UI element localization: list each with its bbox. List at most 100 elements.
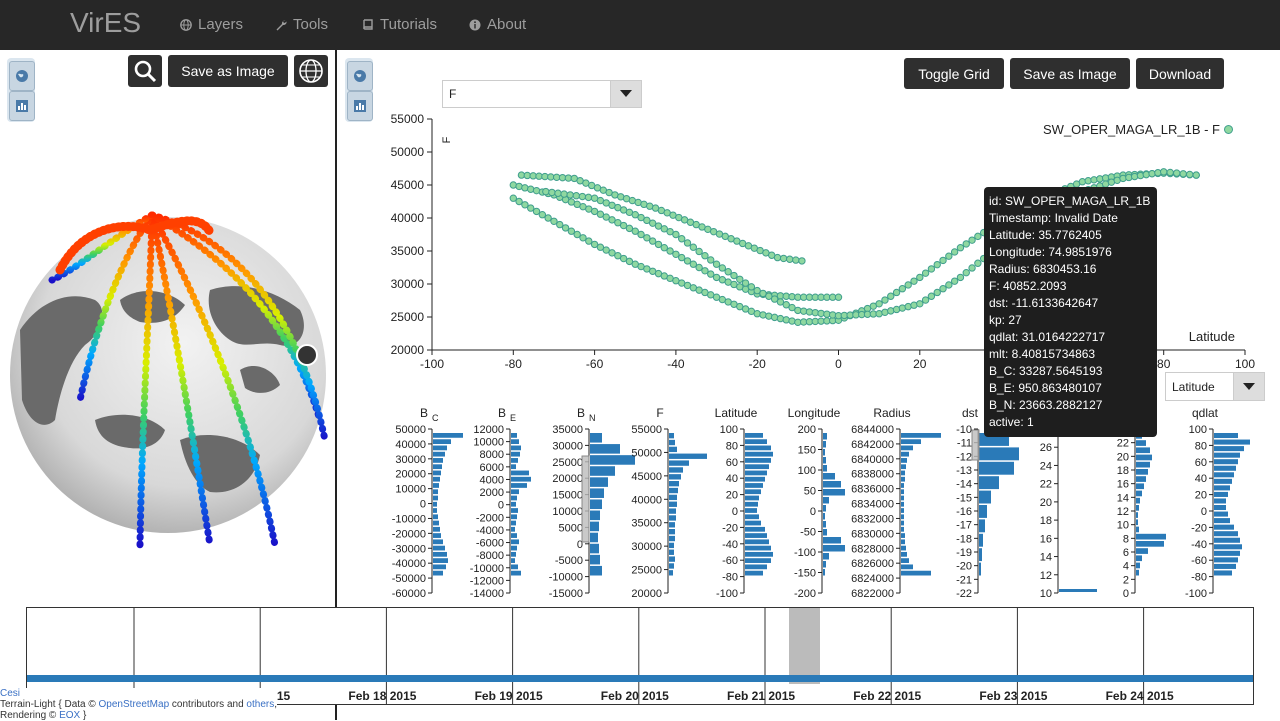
histogram-bar: [590, 455, 635, 465]
selected-point-marker[interactable]: [296, 344, 318, 366]
data-point: [730, 280, 738, 289]
data-point: [817, 317, 825, 325]
histogram-bar: [1136, 541, 1164, 547]
others-link[interactable]: others: [246, 699, 274, 710]
right-chart-view-button[interactable]: [347, 91, 373, 121]
histogram-tick-label: 20: [1040, 497, 1052, 509]
histogram-bar: [745, 495, 759, 501]
data-point: [1119, 174, 1127, 183]
nav-tutorials[interactable]: Tutorials: [362, 16, 437, 33]
histogram-bar: [901, 495, 904, 501]
data-point: [770, 291, 779, 300]
data-point: [730, 271, 738, 280]
histogram-bar: [511, 551, 516, 557]
data-point: [840, 311, 849, 320]
nav-about[interactable]: About: [469, 16, 526, 33]
histogram-bar: [590, 565, 602, 576]
histogram-tick-label: -11: [957, 438, 972, 450]
histogram-tick-label: 6838000: [851, 469, 894, 481]
histogram-tick-label: 0: [498, 500, 504, 512]
histogram-bar: [901, 445, 913, 451]
timeline-date-label: Feb 21 2015: [727, 689, 796, 703]
eox-link[interactable]: EOX: [59, 710, 80, 721]
histogram-bar: [511, 464, 516, 470]
download-button[interactable]: Download: [1136, 58, 1224, 89]
data-point: [576, 177, 584, 185]
histogram-bar: [745, 558, 771, 563]
histogram-bar: [745, 564, 767, 570]
histogram-bar: [433, 551, 447, 557]
data-point: [788, 303, 796, 312]
histogram-bar: [901, 551, 907, 557]
data-point: [869, 310, 878, 318]
histogram-bar: [511, 508, 518, 513]
x-parameter-select[interactable]: Latitude: [1165, 372, 1265, 401]
histogram-bar: [669, 522, 675, 528]
data-point: [759, 311, 767, 319]
histogram-bar: [590, 488, 604, 498]
left-save-image-button[interactable]: Save as Image: [168, 55, 288, 87]
left-search-button[interactable]: [128, 55, 162, 87]
data-point: [939, 285, 947, 293]
data-point: [596, 243, 605, 251]
book-icon: [363, 18, 373, 30]
data-point: [776, 314, 785, 323]
left-globe-view-button[interactable]: [9, 61, 35, 91]
x-tick-label: 100: [1235, 357, 1255, 371]
osm-link[interactable]: OpenStreetMap: [99, 699, 170, 710]
data-point: [1125, 171, 1133, 179]
histogram-title: qdlat: [1192, 406, 1219, 420]
data-point: [1173, 170, 1181, 178]
right-save-image-button[interactable]: Save as Image: [1010, 58, 1130, 89]
histogram-bar: [823, 473, 835, 480]
histogram-bar: [433, 470, 441, 476]
data-point: [765, 312, 773, 320]
histogram-title: B: [498, 406, 506, 420]
histogram-bar: [745, 570, 763, 576]
y-tick-label: 35000: [391, 244, 425, 258]
data-point: [669, 211, 677, 219]
data-point: [788, 317, 796, 325]
data-point: [741, 305, 750, 313]
histogram-tick-label: -19: [956, 547, 972, 559]
data-point: [614, 219, 622, 227]
histogram-bar: [1214, 537, 1240, 543]
histogram-bar: [745, 458, 771, 463]
data-point: [1154, 169, 1162, 178]
histogram-bar: [1136, 454, 1152, 461]
brand-logo[interactable]: VirES: [70, 7, 141, 39]
histogram-bar: [1059, 589, 1097, 592]
nav-tools[interactable]: Tools: [275, 16, 328, 33]
data-point: [527, 204, 535, 212]
data-point: [547, 173, 555, 181]
y-parameter-select[interactable]: F: [442, 80, 642, 108]
histogram-bar: [1214, 531, 1238, 537]
histogram-bar: [979, 548, 982, 562]
data-point: [585, 237, 593, 245]
left-chart-view-button[interactable]: [9, 91, 35, 121]
histogram-tick-label: 35000: [552, 424, 583, 436]
histogram-bar: [433, 558, 448, 563]
toggle-grid-button[interactable]: Toggle Grid: [904, 58, 1004, 89]
chart-icon: [354, 100, 366, 112]
data-point: [538, 188, 547, 196]
nav-layers[interactable]: Layers: [180, 16, 243, 33]
data-point: [556, 220, 564, 229]
left-globe-toggle-button[interactable]: [294, 55, 328, 87]
histogram-bar: [979, 562, 981, 576]
data-point: [1160, 168, 1168, 176]
histogram-subscript: N: [589, 413, 596, 423]
data-point: [753, 310, 761, 318]
histogram-bar: [1214, 439, 1250, 445]
data-point: [1148, 169, 1156, 178]
right-globe-view-button[interactable]: [347, 61, 373, 91]
data-point: [643, 265, 651, 273]
attr-text: Terrain-Light { Data ©: [0, 699, 96, 710]
data-point: [651, 204, 660, 212]
cesium-link[interactable]: Cesi: [0, 688, 20, 699]
data-point: [558, 173, 567, 182]
histogram-bar: [901, 558, 909, 563]
histogram-bar: [1214, 452, 1240, 458]
data-point: [727, 235, 735, 243]
data-point: [578, 192, 587, 201]
